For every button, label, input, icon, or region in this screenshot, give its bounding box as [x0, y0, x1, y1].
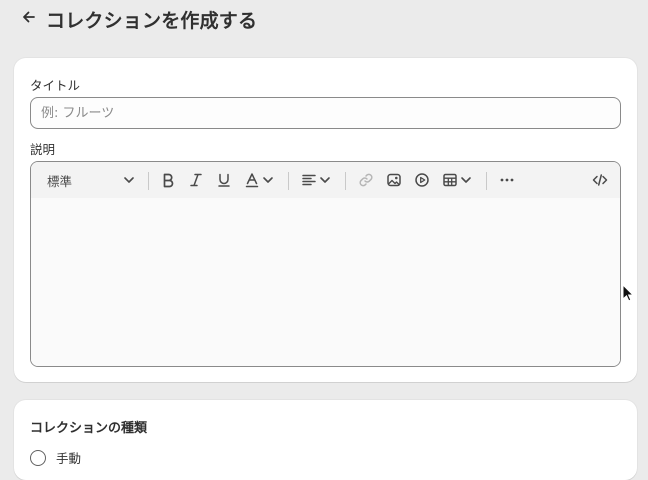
align-left-icon — [301, 172, 317, 188]
description-label: 説明 — [30, 142, 56, 157]
underline-icon — [216, 172, 232, 188]
chevron-down-icon — [460, 175, 472, 185]
radio-option-manual[interactable]: 手動 — [30, 448, 81, 467]
toolbar-divider — [486, 172, 487, 190]
image-icon — [386, 172, 402, 188]
back-button[interactable] — [18, 8, 40, 30]
description-editor: 標準 — [30, 161, 621, 367]
code-icon — [592, 172, 608, 188]
bold-button[interactable] — [160, 170, 176, 190]
page-header: コレクションを作成する — [18, 6, 257, 32]
insert-image-button[interactable] — [386, 170, 402, 190]
description-text-area[interactable] — [31, 198, 620, 366]
more-actions-button[interactable] — [499, 170, 515, 190]
editor-toolbar: 標準 — [31, 162, 620, 198]
underline-button[interactable] — [216, 170, 232, 190]
chevron-down-icon — [262, 175, 274, 185]
alignment-button[interactable] — [301, 170, 331, 190]
toolbar-divider — [148, 172, 149, 190]
collection-type-title: コレクションの種類 — [30, 421, 148, 436]
mouse-cursor-icon — [622, 283, 635, 306]
radio-button[interactable] — [30, 449, 46, 466]
link-icon — [358, 172, 374, 188]
format-select-value: 標準 — [47, 173, 73, 189]
insert-video-button[interactable] — [414, 170, 430, 190]
format-select[interactable]: 標準 — [39, 170, 139, 190]
show-html-button[interactable] — [592, 170, 608, 190]
bold-icon — [160, 172, 176, 188]
italic-icon — [188, 172, 204, 188]
text-color-button[interactable] — [244, 170, 274, 190]
title-input[interactable] — [30, 97, 621, 129]
chevron-down-icon — [123, 175, 135, 185]
radio-label: 手動 — [56, 451, 82, 466]
insert-table-button[interactable] — [442, 170, 472, 190]
toolbar-divider — [288, 172, 289, 190]
italic-button[interactable] — [188, 170, 204, 190]
collection-type-card: コレクションの種類 手動 — [14, 400, 637, 480]
more-horizontal-icon — [499, 172, 515, 188]
text-color-icon — [244, 172, 260, 188]
video-icon — [414, 172, 430, 188]
title-label: タイトル — [30, 78, 81, 93]
table-icon — [442, 172, 458, 188]
arrow-left-icon — [21, 9, 37, 29]
toolbar-divider — [345, 172, 346, 190]
link-button[interactable] — [358, 170, 374, 190]
chevron-down-icon — [319, 175, 331, 185]
page-title: コレクションを作成する — [46, 9, 258, 32]
collection-details-card: タイトル 説明 標準 — [14, 58, 637, 382]
